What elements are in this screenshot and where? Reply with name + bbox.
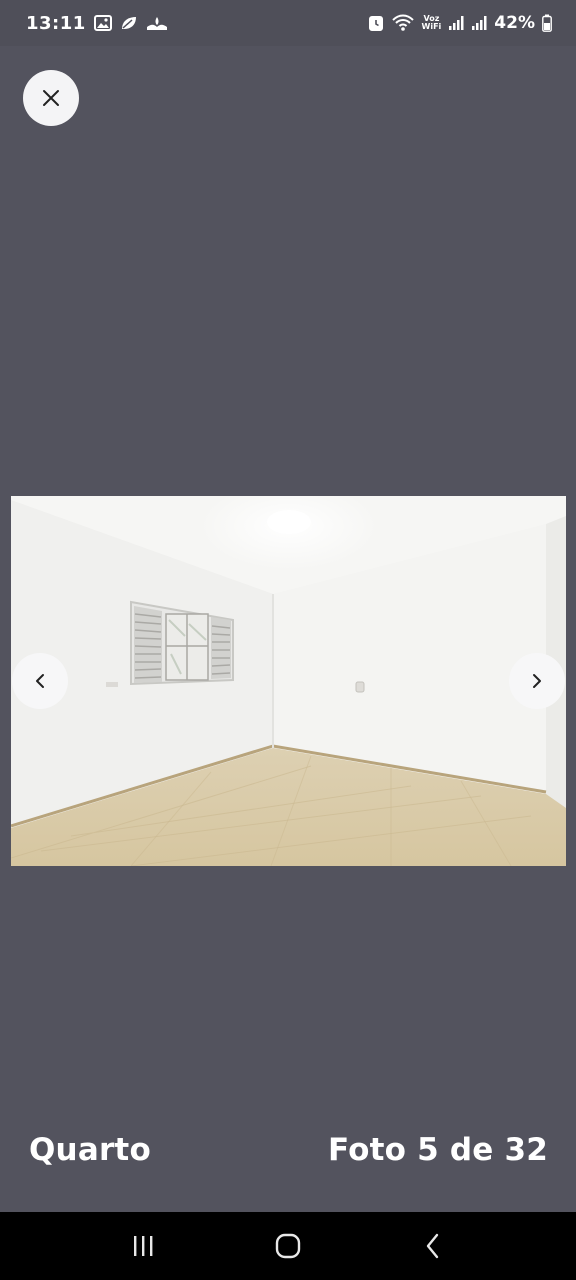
wifi-label: WiFi xyxy=(421,22,442,31)
room-photo-illustration xyxy=(11,496,566,866)
recents-button[interactable] xyxy=(113,1216,173,1276)
status-time: 13:11 xyxy=(26,12,86,34)
previous-photo-button[interactable] xyxy=(12,653,68,709)
photo-caption: Quarto Foto 5 de 32 xyxy=(29,1132,548,1168)
signal-icon-2 xyxy=(471,15,487,31)
back-button[interactable] xyxy=(403,1216,463,1276)
room-label: Quarto xyxy=(29,1132,151,1168)
room-photo[interactable] xyxy=(11,496,566,866)
alarm-icon xyxy=(368,14,384,32)
status-right: Voz WiFi 42% xyxy=(368,13,552,33)
status-left: 13:11 xyxy=(26,13,168,34)
signal-icon-1 xyxy=(448,15,464,31)
leaf-notification-icon xyxy=(120,15,138,31)
next-photo-button[interactable] xyxy=(509,653,565,709)
close-icon xyxy=(42,89,60,107)
home-button[interactable] xyxy=(258,1216,318,1276)
app-notification-icon xyxy=(146,15,168,31)
status-bar: 13:11 Voz WiFi 42% xyxy=(0,0,576,46)
chevron-right-icon xyxy=(531,673,543,689)
voz-wifi-indicator: Voz WiFi xyxy=(422,15,442,31)
wifi-icon xyxy=(391,14,415,32)
photo-counter: Foto 5 de 32 xyxy=(327,1132,548,1168)
recents-icon xyxy=(131,1235,155,1257)
battery-percent: 42% xyxy=(494,13,535,33)
gallery-notification-icon xyxy=(93,15,112,31)
system-navigation-bar xyxy=(0,1212,576,1280)
battery-icon xyxy=(542,14,552,32)
back-icon xyxy=(425,1233,441,1259)
home-icon xyxy=(275,1233,301,1259)
chevron-left-icon xyxy=(34,673,46,689)
close-button[interactable] xyxy=(23,70,79,126)
photo-viewer-screen: 13:11 Voz WiFi 42% Quarto Foto 5 de 32 xyxy=(0,0,576,1280)
